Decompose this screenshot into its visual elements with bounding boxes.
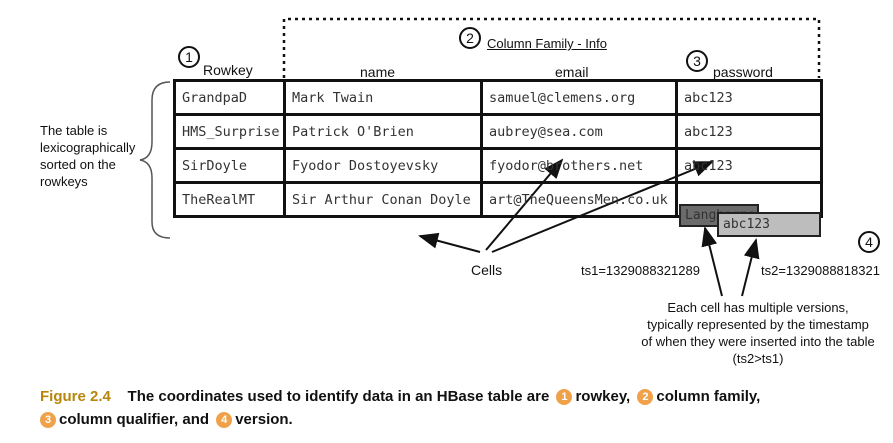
marker-column-qualifier: 3 (686, 50, 708, 72)
caption-marker: 1 (556, 389, 573, 405)
marker-column-family: 2 (459, 27, 481, 49)
email-cell: art@TheQueensMen.co.uk (480, 181, 678, 218)
rowkey-brace (139, 81, 171, 239)
caption-label: Figure 2.4 (40, 388, 111, 405)
version-arrow-new (741, 238, 760, 297)
hbase-table: GrandpaD Mark Twain samuel@clemens.org a… (173, 79, 823, 218)
password-cell: abc123 (675, 113, 823, 150)
table-row: HMS_Surprise Patrick O'Brien aubrey@sea.… (173, 113, 823, 150)
name-cell: Mark Twain (283, 79, 483, 116)
versions-note-line: (ts2>ts1) (732, 351, 784, 366)
ts1-label: ts1=1329088321289 (581, 263, 700, 278)
password-cell: abc123 (675, 147, 823, 184)
sorted-note: The table is lexicographically sorted on… (40, 122, 135, 190)
password-cell: abc123 (675, 79, 823, 116)
marker-rowkey: 1 (178, 46, 200, 68)
figure-caption: Figure 2.4 The coordinates used to ident… (40, 388, 760, 405)
header-rowkey: Rowkey (203, 62, 253, 78)
sorted-note-line: lexicographically (40, 140, 136, 155)
caption-text: The coordinates used to identify data in… (127, 388, 550, 405)
versions-note-line: of when they were inserted into the tabl… (641, 334, 875, 349)
password-version-new: abc123 (717, 212, 821, 237)
versions-note-line: typically represented by the timestamp (647, 317, 869, 332)
versions-note-line: Each cell has multiple versions, (667, 300, 849, 315)
rowkey-cell: HMS_Surprise (173, 113, 286, 150)
caption-text: column family, (656, 388, 761, 405)
sorted-note-line: rowkeys (40, 174, 88, 189)
cells-arrow-name (418, 232, 481, 253)
marker-version: 4 (858, 231, 880, 253)
header-name: name (360, 64, 396, 80)
table-row: SirDoyle Fyodor Dostoyevsky fyodor@broth… (173, 147, 823, 184)
caption-marker: 4 (216, 412, 233, 428)
sorted-note-line: sorted on the (40, 157, 116, 172)
email-cell: fyodor@brothers.net (480, 147, 678, 184)
ts2-label: ts2=1329088818321 (761, 263, 880, 278)
name-cell: Sir Arthur Conan Doyle (283, 181, 483, 218)
rowkey-cell: SirDoyle (173, 147, 286, 184)
table-row: GrandpaD Mark Twain samuel@clemens.org a… (173, 79, 823, 116)
name-cell: Patrick O'Brien (283, 113, 483, 150)
caption-text: column qualifier, and (59, 411, 210, 428)
caption-text: rowkey, (575, 388, 631, 405)
caption-marker: 3 (40, 412, 56, 428)
column-family-label: Column Family - Info (487, 36, 607, 51)
header-email: email (555, 64, 589, 80)
caption-marker: 2 (637, 389, 654, 405)
email-cell: samuel@clemens.org (480, 79, 678, 116)
version-arrow-old (701, 226, 723, 297)
figure-caption-line2: 3 column qualifier, and 4 version. (40, 411, 293, 428)
rowkey-cell: TheRealMT (173, 181, 286, 218)
sorted-note-line: The table is (40, 123, 108, 138)
name-cell: Fyodor Dostoyevsky (283, 147, 483, 184)
email-cell: aubrey@sea.com (480, 113, 678, 150)
rowkey-cell: GrandpaD (173, 79, 286, 116)
cells-label: Cells (471, 262, 503, 278)
header-password: password (713, 64, 773, 80)
caption-text: version. (235, 411, 293, 428)
versions-note: Each cell has multiple versions, typical… (628, 299, 888, 367)
